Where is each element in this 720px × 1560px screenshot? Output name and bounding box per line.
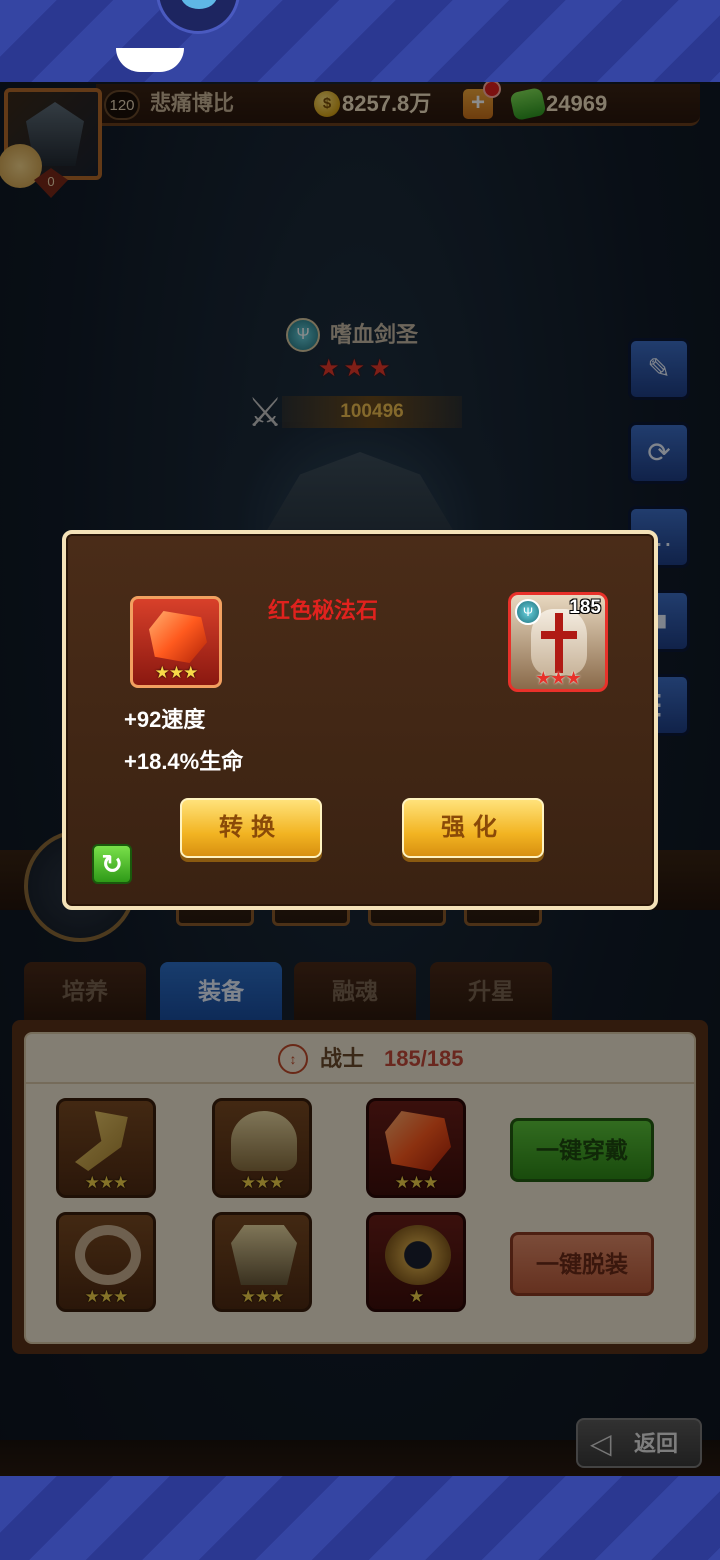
hero-stars: ★★★ — [535, 668, 581, 688]
game-screen: 0 120 悲痛博比 $ 8257.8万 + 24969 Ψ 嗜血剑圣 ★ ★ … — [0, 82, 720, 1476]
hero-level: 185 — [569, 597, 601, 618]
item-detail-popup: ★★★ 红色秘法石 Ψ 185 ★★★ +92速度 +18.4%生命 转换 强化… — [62, 530, 658, 910]
item-name: 红色秘法石 — [268, 598, 379, 623]
equipped-hero-portrait[interactable]: Ψ 185 ★★★ — [508, 592, 608, 692]
bottom-banner — [0, 1476, 720, 1560]
stat-speed: +92速度 — [124, 707, 206, 732]
red-gem-icon — [149, 611, 207, 663]
stat-health: +18.4%生命 — [124, 749, 244, 774]
refresh-icon[interactable]: ↻ — [92, 844, 132, 884]
item-stars: ★★★ — [154, 663, 199, 682]
convert-button[interactable]: 转换 — [180, 798, 322, 858]
enhance-button[interactable]: 强化 — [402, 798, 544, 858]
item-icon: ★★★ — [130, 596, 222, 688]
hero-class-icon: Ψ — [515, 599, 541, 625]
top-banner — [0, 0, 720, 82]
